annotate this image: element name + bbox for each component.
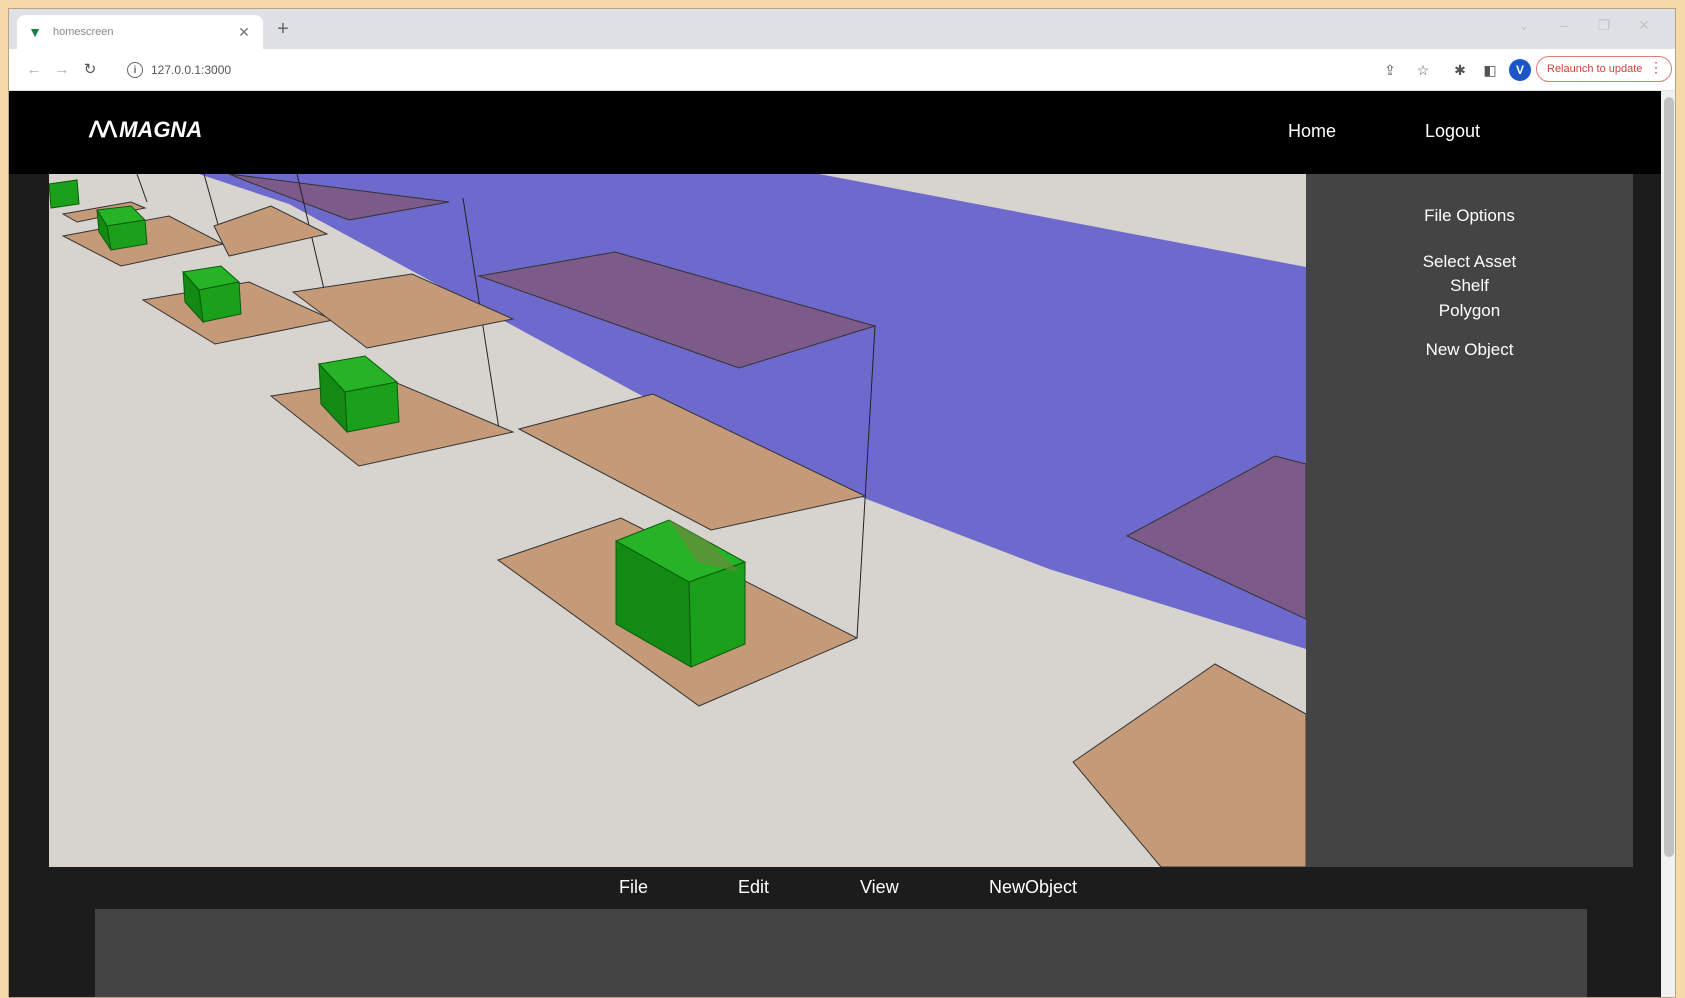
side-panel-icon[interactable]: ◧ xyxy=(1479,59,1501,81)
app-header: ᐱᐱ MAGNA Home Logout xyxy=(9,91,1667,174)
select-asset-label: Select Asset xyxy=(1422,252,1517,271)
site-info-icon[interactable]: i xyxy=(127,62,143,78)
profile-avatar[interactable]: V xyxy=(1509,59,1531,81)
tab-search-icon[interactable]: ⌄ xyxy=(1509,17,1539,34)
scrollbar-thumb[interactable] xyxy=(1664,97,1674,857)
menu-file[interactable]: File xyxy=(619,877,648,898)
shelf-option[interactable]: Shelf xyxy=(1306,276,1633,296)
right-margin xyxy=(1633,174,1661,867)
relaunch-label: Relaunch to update xyxy=(1547,63,1643,75)
more-menu-icon[interactable]: ⋮ xyxy=(1649,59,1663,76)
logo-text: MAGNA xyxy=(119,117,203,142)
new-object-link[interactable]: New Object xyxy=(1306,340,1633,360)
back-icon[interactable]: ← xyxy=(23,59,45,81)
minimize-icon[interactable]: – xyxy=(1549,17,1579,33)
bookmark-star-icon[interactable]: ☆ xyxy=(1412,59,1434,81)
page-scrollbar[interactable] xyxy=(1661,91,1675,997)
url-text: 127.0.0.1:3000 xyxy=(151,63,232,77)
share-icon[interactable]: ⇪ xyxy=(1379,59,1401,81)
warehouse-scene xyxy=(49,174,1306,867)
new-tab-icon[interactable]: + xyxy=(271,18,295,41)
url-field[interactable]: i 127.0.0.1:3000 xyxy=(127,57,1277,83)
tab-strip: ▼ homescreen ✕ + ⌄ – ❐ ✕ xyxy=(9,9,1675,49)
side-panel: File Options Select Asset Shelf Polygon … xyxy=(1306,174,1633,867)
magna-logo[interactable]: ᐱᐱ MAGNA xyxy=(89,117,202,143)
magna-logo-icon: ᐱᐱ xyxy=(89,117,117,142)
bottom-menubar: File Edit View NewObject xyxy=(49,867,1633,909)
bottom-panel xyxy=(95,909,1587,997)
3d-viewport[interactable] xyxy=(49,174,1306,867)
browser-window: ▼ homescreen ✕ + ⌄ – ❐ ✕ ← → ↻ i 127.0.0… xyxy=(8,8,1676,998)
tab-title: homescreen xyxy=(53,26,114,38)
reload-icon[interactable]: ↻ xyxy=(79,59,101,81)
browser-tab[interactable]: ▼ homescreen ✕ xyxy=(17,15,263,49)
window-close-icon[interactable]: ✕ xyxy=(1629,17,1659,34)
menu-view[interactable]: View xyxy=(860,877,899,898)
green-box xyxy=(49,179,80,209)
address-bar: ← → ↻ i 127.0.0.1:3000 ⇪ ☆ ✱ ◧ V Relaunc… xyxy=(9,49,1675,91)
menu-new-object[interactable]: NewObject xyxy=(989,877,1077,898)
menu-edit[interactable]: Edit xyxy=(738,877,769,898)
polygon-option[interactable]: Polygon xyxy=(1306,301,1633,321)
forward-icon[interactable]: → xyxy=(51,59,73,81)
vue-logo-icon: ▼ xyxy=(28,24,42,40)
file-options-link[interactable]: File Options xyxy=(1306,206,1633,226)
close-tab-icon[interactable]: ✕ xyxy=(235,24,253,41)
extensions-icon[interactable]: ✱ xyxy=(1449,59,1471,81)
left-margin xyxy=(9,174,49,867)
restore-icon[interactable]: ❐ xyxy=(1589,17,1619,34)
home-link[interactable]: Home xyxy=(1288,121,1336,142)
logout-link[interactable]: Logout xyxy=(1425,121,1480,142)
relaunch-button[interactable]: Relaunch to update ⋮ xyxy=(1536,56,1672,82)
